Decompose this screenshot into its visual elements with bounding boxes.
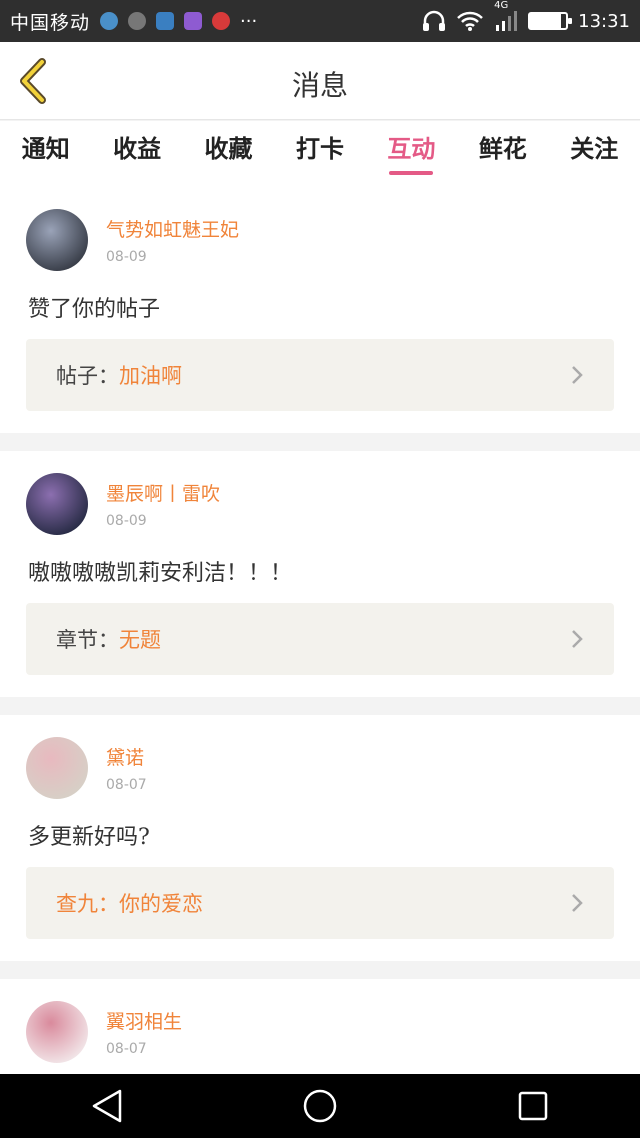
- message-card: 翼羽相生 08-07: [0, 979, 640, 1079]
- username[interactable]: 气势如虹魅王妃: [106, 215, 239, 242]
- reference-link[interactable]: 查九： 你的爱恋: [26, 867, 614, 939]
- message-card: 黛诺 08-07 多更新好吗? 查九： 你的爱恋: [0, 715, 640, 961]
- signal-icon: [496, 11, 518, 31]
- reference-type: 章节：: [56, 628, 119, 652]
- username[interactable]: 翼羽相生: [106, 1007, 182, 1034]
- avatar[interactable]: [26, 1001, 88, 1063]
- message-list: 气势如虹魅王妃 08-09 赞了你的帖子 帖子： 加油啊 墨辰啊丨雷吹 08-0…: [0, 187, 640, 1097]
- square-recents-icon: [519, 1091, 548, 1121]
- page-title: 消息: [291, 69, 348, 102]
- reference-title: 你的爱恋: [119, 892, 203, 916]
- circle-home-icon: [303, 1089, 337, 1123]
- message-date: 08-07: [106, 777, 147, 793]
- message-card: 气势如虹魅王妃 08-09 赞了你的帖子 帖子： 加油啊: [0, 187, 640, 433]
- message-content: 嗷嗷嗷嗷凯莉安利洁！！！: [28, 561, 293, 586]
- nav-recents-button[interactable]: [503, 1076, 563, 1136]
- more-notifications-icon: ···: [240, 10, 258, 32]
- system-navigation-bar: [0, 1074, 640, 1138]
- reference-type: 帖子：: [56, 364, 119, 388]
- clock: 13:31: [578, 10, 630, 32]
- message-date: 08-07: [106, 1041, 147, 1057]
- app-notification-icon: [156, 12, 175, 30]
- tab-bar: 通知 收益 收藏 打卡 互动 鲜花 关注: [0, 121, 640, 187]
- message-content: 多更新好吗?: [28, 825, 150, 850]
- reference-link[interactable]: 章节： 无题: [26, 603, 614, 675]
- nav-back-button[interactable]: [77, 1076, 137, 1136]
- tab-notifications[interactable]: 通知: [16, 121, 76, 187]
- app-notification-icon: [212, 12, 231, 30]
- tab-interactions[interactable]: 互动: [381, 121, 441, 187]
- avatar[interactable]: [26, 737, 88, 799]
- header: 消息: [0, 42, 640, 120]
- reference-title: 加油啊: [119, 364, 182, 388]
- tab-follows[interactable]: 关注: [564, 121, 624, 187]
- chevron-right-icon: [572, 630, 583, 648]
- tab-checkin[interactable]: 打卡: [290, 121, 350, 187]
- chevron-right-icon: [572, 894, 583, 912]
- tab-earnings[interactable]: 收益: [107, 121, 167, 187]
- app-notification-icon: [100, 12, 119, 30]
- chevron-right-icon: [572, 366, 583, 384]
- status-bar: 中国移动 ··· 4G 13:31: [0, 0, 640, 42]
- avatar[interactable]: [26, 209, 88, 271]
- network-type-label: 4G: [494, 0, 509, 11]
- tab-flowers[interactable]: 鲜花: [473, 121, 533, 187]
- username[interactable]: 墨辰啊丨雷吹: [106, 479, 220, 506]
- headphones-icon: [423, 10, 446, 31]
- avatar[interactable]: [26, 473, 88, 535]
- tab-favorites[interactable]: 收藏: [199, 121, 259, 187]
- wifi-icon: [457, 11, 484, 31]
- message-card: 墨辰啊丨雷吹 08-09 嗷嗷嗷嗷凯莉安利洁！！！ 章节： 无题: [0, 451, 640, 697]
- app-notification-icon: [128, 12, 147, 30]
- carrier-label: 中国移动: [10, 11, 91, 34]
- reference-link[interactable]: 帖子： 加油啊: [26, 339, 614, 411]
- battery-icon: [528, 12, 573, 30]
- reference-title: 无题: [119, 628, 161, 652]
- message-date: 08-09: [106, 513, 147, 529]
- reference-type: 查九：: [56, 892, 119, 916]
- nav-home-button[interactable]: [290, 1076, 350, 1136]
- message-content: 赞了你的帖子: [28, 297, 161, 322]
- message-date: 08-09: [106, 249, 147, 265]
- app-notification-icon: [184, 12, 203, 30]
- triangle-back-icon: [92, 1089, 121, 1123]
- username[interactable]: 黛诺: [106, 743, 144, 770]
